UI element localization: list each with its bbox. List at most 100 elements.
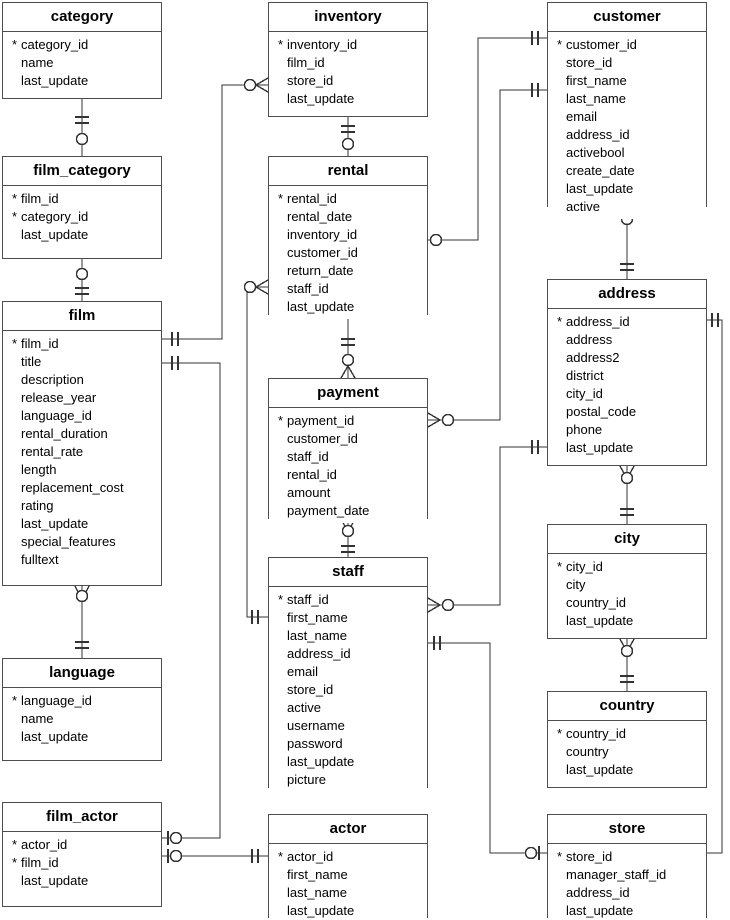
attribute-name: country: [566, 744, 609, 759]
attribute-row: last_update: [3, 728, 161, 746]
attribute-row: * address_id: [548, 313, 706, 331]
entity-film_category[interactable]: film_category * film_id * category_id last_up…: [2, 156, 162, 259]
entity-city[interactable]: city * city_id city country_id last_update: [547, 524, 707, 639]
relationship-film_category-film: [75, 259, 89, 301]
attribute-name: payment_id: [287, 413, 355, 428]
attribute-name: manager_staff_id: [566, 867, 667, 882]
attribute-row: * actor_id: [269, 848, 427, 866]
attribute-name: staff_id: [287, 592, 329, 607]
attribute-name: create_date: [566, 163, 635, 178]
entity-title-staff: staff: [269, 558, 427, 587]
attribute-row: payment_date: [269, 502, 427, 520]
attribute-row: return_date: [269, 262, 427, 280]
relationship-film-film_actor: [162, 356, 221, 839]
attribute-row: postal_code: [548, 403, 706, 421]
attribute-name: rental_id: [287, 467, 337, 482]
attribute-name: last_update: [21, 516, 89, 531]
attribute-row: address: [548, 331, 706, 349]
attribute-row: name: [3, 710, 161, 728]
entity-attributes-film_category: * film_id * category_id last_update: [3, 186, 161, 247]
attribute-row: * film_id: [3, 854, 161, 872]
attribute-name: last_update: [21, 227, 89, 242]
attribute-row: rental_date: [269, 208, 427, 226]
attribute-name: email: [287, 664, 319, 679]
relationship-inventory-rental: [341, 117, 355, 156]
attribute-row: last_update: [548, 761, 706, 779]
attribute-name: last_update: [287, 299, 355, 314]
primary-key-marker-icon: *: [278, 849, 284, 864]
attribute-name: address_id: [566, 885, 630, 900]
attribute-row: * city_id: [548, 558, 706, 576]
attribute-name: store_id: [566, 849, 613, 864]
attribute-name: special_features: [21, 534, 116, 549]
entity-attributes-address: * address_id address address2 district city_i…: [548, 309, 706, 460]
attribute-row: country: [548, 743, 706, 761]
attribute-name: film_id: [21, 336, 59, 351]
attribute-row: last_update: [269, 753, 427, 771]
attribute-row: last_update: [269, 298, 427, 316]
entity-attributes-city: * city_id city country_id last_update: [548, 554, 706, 633]
attribute-name: last_update: [566, 903, 634, 918]
entity-rental[interactable]: rental * rental_id rental_date inventory_id c…: [268, 156, 428, 319]
entity-title-country: country: [548, 692, 706, 721]
attribute-row: * customer_id: [548, 36, 706, 54]
attribute-row: store_id: [269, 681, 427, 699]
attribute-name: customer_id: [566, 37, 637, 52]
attribute-name: payment_date: [287, 503, 370, 518]
attribute-name: address_id: [566, 127, 630, 142]
attribute-name: store_id: [566, 55, 613, 70]
primary-key-marker-icon: *: [12, 693, 18, 708]
entity-attributes-film_actor: * actor_id * film_id last_update: [3, 832, 161, 893]
entity-title-city: city: [548, 525, 706, 554]
entity-customer[interactable]: customer * customer_id store_id first_name la…: [547, 2, 707, 219]
attribute-row: manager_staff_id: [548, 866, 706, 884]
attribute-row: city_id: [548, 385, 706, 403]
attribute-name: last_update: [287, 754, 355, 769]
primary-key-marker-icon: *: [278, 37, 284, 52]
attribute-name: last_name: [566, 91, 626, 106]
entity-store[interactable]: store * store_id manager_staff_id address_id…: [547, 814, 707, 920]
attribute-name: address_id: [566, 314, 630, 329]
primary-key-marker-icon: *: [278, 592, 284, 607]
attribute-name: last_update: [566, 181, 634, 196]
relationship-city-country: [619, 638, 635, 691]
attribute-name: language_id: [21, 408, 92, 423]
entity-category[interactable]: category * category_id name last_update: [2, 2, 162, 99]
attribute-row: email: [269, 663, 427, 681]
entity-attributes-staff: * staff_id first_name last_name address_id em…: [269, 587, 427, 792]
entity-inventory[interactable]: inventory * inventory_id film_id store_id las…: [268, 2, 428, 117]
attribute-row: length: [3, 461, 161, 479]
attribute-row: * language_id: [3, 692, 161, 710]
attribute-name: actor_id: [21, 837, 68, 852]
primary-key-marker-icon: *: [12, 209, 18, 224]
attribute-name: amount: [287, 485, 331, 500]
attribute-row: title: [3, 353, 161, 371]
entity-film[interactable]: film * film_id title description release_year…: [2, 301, 162, 586]
attribute-row: address2: [548, 349, 706, 367]
attribute-row: * country_id: [548, 725, 706, 743]
attribute-row: * category_id: [3, 208, 161, 226]
attribute-name: country_id: [566, 726, 626, 741]
entity-film_actor[interactable]: film_actor * actor_id * film_id last_update: [2, 802, 162, 907]
attribute-name: actor_id: [287, 849, 334, 864]
attribute-name: last_update: [287, 91, 355, 106]
entity-payment[interactable]: payment * payment_id customer_id staff_id ren…: [268, 378, 428, 523]
entity-address[interactable]: address * address_id address address2 distric…: [547, 279, 707, 466]
attribute-row: last_update: [3, 72, 161, 90]
relationship-category-film_category: [75, 99, 89, 156]
attribute-name: city_id: [566, 559, 603, 574]
entity-actor[interactable]: actor * actor_id first_name last_name last_up…: [268, 814, 428, 920]
entity-staff[interactable]: staff * staff_id first_name last_name address…: [268, 557, 428, 792]
entity-title-actor: actor: [269, 815, 427, 844]
primary-key-marker-icon: *: [278, 191, 284, 206]
attribute-name: city: [566, 577, 586, 592]
entity-language[interactable]: language * language_id name last_update: [2, 658, 162, 761]
attribute-row: * staff_id: [269, 591, 427, 609]
entity-attributes-payment: * payment_id customer_id staff_id rental_id a…: [269, 408, 427, 523]
relationship-address-city: [619, 465, 635, 524]
entity-country[interactable]: country * country_id country last_update: [547, 691, 707, 788]
attribute-name: rental_date: [287, 209, 353, 224]
attribute-row: first_name: [269, 609, 427, 627]
attribute-row: * store_id: [548, 848, 706, 866]
attribute-name: name: [21, 711, 54, 726]
